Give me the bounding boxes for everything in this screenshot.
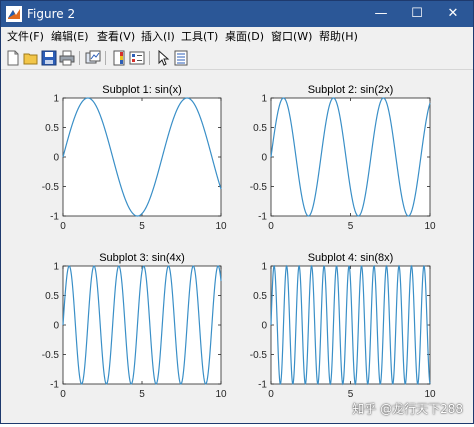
figure-canvas: Subplot 1: sin(x) 1 0.5 0 -0.5 -1 0 5 10 Subplot … bbox=[1, 70, 473, 423]
insert-legend-icon[interactable] bbox=[129, 50, 145, 66]
subplot-3[interactable]: Subplot 3: sin(4x)10.50-0.5-10 5 10 bbox=[42, 252, 227, 400]
menu-edit[interactable]: 编辑(E) bbox=[51, 29, 89, 45]
y-tick-label: -0.5 bbox=[42, 182, 60, 193]
open-file-icon[interactable] bbox=[23, 50, 39, 66]
x-tick-label: 0 bbox=[268, 221, 274, 232]
y-tick-label: 0 bbox=[261, 321, 267, 332]
menu-desktop[interactable]: 桌面(D) bbox=[225, 29, 264, 45]
y-tick-label: -0.5 bbox=[250, 182, 268, 193]
subplot-4[interactable]: Subplot 4: sin(8x)10.50-0.5-10 5 10 bbox=[250, 252, 436, 400]
menu-bar: 文件(F) 编辑(E) 查看(V) 插入(I) 工具(T) 桌面(D) 窗口(W… bbox=[1, 27, 473, 47]
axes-box bbox=[270, 97, 431, 217]
menu-window[interactable]: 窗口(W) bbox=[271, 29, 312, 45]
y-tick-label: 0.5 bbox=[253, 291, 267, 302]
x-tick-label: 0 bbox=[60, 221, 66, 232]
y-tick-label: 1 bbox=[261, 262, 267, 273]
y-tick-label: -1 bbox=[258, 380, 267, 391]
x-tick-label: 10 bbox=[424, 221, 436, 232]
subplot-title: Subplot 1: sin(x) bbox=[102, 84, 181, 96]
y-tick-label: -0.5 bbox=[42, 350, 60, 361]
y-tick-label: 0.5 bbox=[253, 123, 267, 134]
x-tick-label: 0 bbox=[60, 389, 66, 400]
watermark: 知乎 @龙行天下288 bbox=[352, 402, 463, 416]
property-inspector-icon[interactable] bbox=[173, 50, 189, 66]
menu-help[interactable]: 帮助(H) bbox=[319, 29, 358, 45]
subplot-title: Subplot 3: sin(4x) bbox=[99, 252, 185, 264]
x-tick-label: 10 bbox=[215, 221, 227, 232]
menu-insert[interactable]: 插入(I) bbox=[141, 29, 175, 45]
y-tick-label: 1 bbox=[53, 262, 59, 273]
x-tick-label: 5 bbox=[139, 389, 145, 400]
y-tick-label: -1 bbox=[50, 380, 59, 391]
y-tick-label: 0 bbox=[53, 153, 59, 164]
matlab-icon bbox=[6, 6, 22, 22]
subplot-1[interactable]: Subplot 1: sin(x)10.50-0.5-10 5 10 bbox=[42, 84, 227, 232]
subplot-2[interactable]: Subplot 2: sin(2x)10.50-0.5-10 5 10 bbox=[250, 84, 436, 232]
y-tick-label: -1 bbox=[50, 212, 59, 223]
y-tick-label: 0.5 bbox=[45, 123, 59, 134]
y-tick-label: 0.5 bbox=[45, 291, 59, 302]
new-figure-icon[interactable] bbox=[5, 50, 21, 66]
x-tick-label: 5 bbox=[348, 221, 354, 232]
x-tick-label: 5 bbox=[348, 389, 354, 400]
toolbar-separator bbox=[105, 51, 106, 65]
subplot-title: Subplot 4: sin(8x) bbox=[308, 252, 394, 264]
figure-window: Figure 2 — ☐ ✕ 文件(F) 编辑(E) 查看(V) 插入(I) 工… bbox=[0, 0, 474, 424]
insert-colorbar-icon[interactable] bbox=[111, 50, 127, 66]
toolbar bbox=[1, 47, 473, 70]
maximize-button[interactable]: ☐ bbox=[399, 1, 435, 27]
close-button[interactable]: ✕ bbox=[435, 1, 471, 27]
x-tick-label: 5 bbox=[139, 221, 145, 232]
y-tick-label: -0.5 bbox=[250, 350, 268, 361]
x-tick-label: 0 bbox=[268, 389, 274, 400]
y-tick-label: 1 bbox=[53, 94, 59, 105]
window-title: Figure 2 bbox=[27, 7, 76, 21]
y-tick-label: 1 bbox=[261, 94, 267, 105]
print-icon[interactable] bbox=[59, 50, 75, 66]
y-tick-label: 0 bbox=[53, 321, 59, 332]
menu-view[interactable]: 查看(V) bbox=[97, 29, 135, 45]
toolbar-separator bbox=[79, 51, 80, 65]
subplot-grid: Subplot 1: sin(x)10.50-0.5-10 5 10Subplot … bbox=[42, 84, 436, 400]
x-tick-label: 10 bbox=[215, 389, 227, 400]
menu-tools[interactable]: 工具(T) bbox=[181, 29, 218, 45]
y-tick-label: -1 bbox=[258, 212, 267, 223]
toolbar-separator bbox=[149, 51, 150, 65]
save-icon[interactable] bbox=[41, 50, 57, 66]
axes-box bbox=[62, 265, 222, 385]
pointer-icon[interactable] bbox=[155, 50, 171, 66]
subplot-title: Subplot 2: sin(2x) bbox=[308, 84, 394, 96]
axes-box bbox=[62, 97, 222, 217]
minimize-button[interactable]: — bbox=[363, 1, 399, 27]
title-bar[interactable]: Figure 2 — ☐ ✕ bbox=[1, 1, 473, 27]
link-plot-icon[interactable] bbox=[85, 50, 101, 66]
y-tick-label: 0 bbox=[261, 153, 267, 164]
menu-file[interactable]: 文件(F) bbox=[7, 29, 44, 45]
x-tick-label: 10 bbox=[424, 389, 436, 400]
